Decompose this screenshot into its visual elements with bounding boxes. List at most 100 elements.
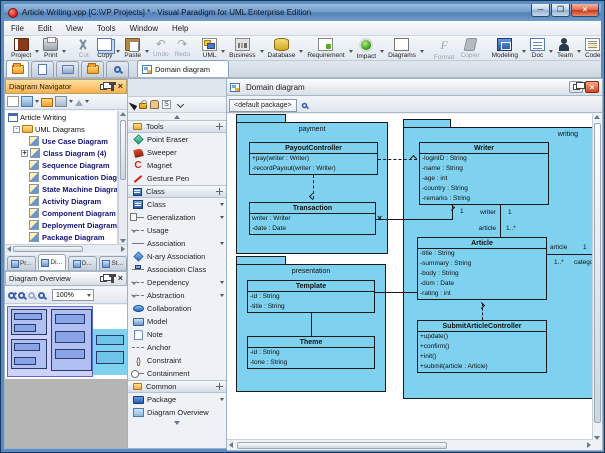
tree-item-class-diagram[interactable]: +Class Diagram (4) <box>5 147 117 159</box>
minimap-viewport[interactable] <box>7 306 93 377</box>
palette-item-point-eraser[interactable]: Point Eraser <box>128 133 226 146</box>
diagram-overview-minimap[interactable] <box>5 305 127 448</box>
class-transaction[interactable]: Transaction writer : Writer -date : Date <box>249 202 376 235</box>
pin-icon[interactable] <box>111 84 114 91</box>
palette-item-association[interactable]: Association <box>128 237 226 250</box>
tab-diagram-overview[interactable]: Di... <box>38 254 67 270</box>
palette-item-sweeper[interactable]: Sweeper <box>128 146 226 159</box>
requirement-button[interactable]: Requirement <box>304 36 347 59</box>
team-button[interactable]: Team <box>554 36 576 59</box>
tab-documentation[interactable]: D... <box>68 256 97 270</box>
zoom-original-icon[interactable] <box>28 292 35 299</box>
requirement-dropdown[interactable] <box>349 50 353 53</box>
association-template-article[interactable] <box>375 292 417 293</box>
scroll-down-arrow[interactable] <box>594 436 600 440</box>
close-button[interactable]: × <box>571 4 599 17</box>
diagram-canvas[interactable]: payment presentation writing PayoutContr… <box>227 114 593 441</box>
float-diagram-button[interactable] <box>569 81 583 93</box>
palette-item-gesture-pen[interactable]: Gesture Pen <box>128 172 226 185</box>
impact-dropdown[interactable] <box>380 50 384 53</box>
association-template-theme[interactable] <box>311 313 312 336</box>
dock-icon[interactable] <box>216 123 223 130</box>
paste-dropdown[interactable] <box>145 50 149 53</box>
uml-button[interactable]: UML <box>199 36 220 59</box>
impact-button[interactable]: Impact <box>354 36 380 60</box>
tab-logical-view[interactable] <box>81 61 104 77</box>
diagram-type-dropdown[interactable] <box>35 100 39 103</box>
select-tool-icon[interactable] <box>129 99 139 110</box>
tab-diagram-navigator[interactable] <box>6 60 29 77</box>
team-dropdown[interactable] <box>577 50 581 53</box>
menu-file[interactable]: File <box>4 24 31 33</box>
scroll-thumb[interactable] <box>13 246 83 252</box>
palette-section-common[interactable]: Common <box>128 380 226 393</box>
paste-button[interactable]: Paste <box>121 36 144 59</box>
copy-button[interactable]: Copy <box>94 36 115 59</box>
scroll-down-arrow[interactable] <box>120 239 126 243</box>
pan-tool-icon[interactable] <box>150 100 159 109</box>
scroll-left-arrow[interactable] <box>7 246 11 252</box>
zoom-fit-icon[interactable] <box>38 292 45 299</box>
tree-item-package-diagram[interactable]: Package Diagram <box>5 231 117 243</box>
tree-item-use-case-diagram[interactable]: Use Case Diagram <box>5 135 117 147</box>
tree-item-activity-diagram[interactable]: Activity Diagram <box>5 195 117 207</box>
diagrams-dropdown[interactable] <box>420 50 424 53</box>
palette-item-class[interactable]: Class <box>128 198 226 211</box>
class-payoutcontroller[interactable]: PayoutController +pay(writer : Writer) -… <box>249 142 378 175</box>
lock-tool-icon[interactable] <box>139 103 147 109</box>
dock-icon[interactable] <box>216 383 223 390</box>
menu-view[interactable]: View <box>59 24 90 33</box>
palette-item-magnet[interactable]: CMagnet <box>128 159 226 172</box>
scroll-up-arrow[interactable] <box>594 115 600 119</box>
minimize-button[interactable]: ─ <box>531 4 550 17</box>
pin-icon[interactable] <box>111 276 114 283</box>
float-icon[interactable] <box>100 84 107 90</box>
collapse-node-icon[interactable]: - <box>13 126 20 133</box>
generalization-dropdown[interactable] <box>220 216 224 219</box>
sort-button[interactable] <box>55 96 67 107</box>
tab-class-repository[interactable] <box>56 61 79 77</box>
tab-stencil[interactable]: St... <box>99 256 128 270</box>
scroll-thumb[interactable] <box>237 442 447 449</box>
menu-help[interactable]: Help <box>165 24 195 33</box>
tree-item-uml-diagrams[interactable]: - UML Diagrams <box>5 123 117 135</box>
association-writer-article[interactable] <box>500 205 501 237</box>
breadcrumb-search-icon[interactable] <box>301 103 307 109</box>
scroll-thumb[interactable] <box>594 123 601 423</box>
scroll-right-arrow[interactable] <box>587 442 591 448</box>
diagram-type-button[interactable] <box>21 96 33 107</box>
canvas-vertical-scrollbar[interactable] <box>592 114 602 441</box>
format-copier-button[interactable]: FFormat <box>431 36 458 61</box>
uml-dropdown[interactable] <box>221 50 225 53</box>
scroll-thumb[interactable] <box>120 120 126 180</box>
expand-node-icon[interactable]: + <box>21 150 28 157</box>
association-dropdown[interactable] <box>220 242 224 245</box>
tree-item-root[interactable]: Article Writing <box>5 111 117 123</box>
menu-edit[interactable]: Edit <box>31 24 59 33</box>
redo-button[interactable]: ↷Redo <box>172 36 194 58</box>
class-theme[interactable]: Theme -id : String -tone : String <box>247 336 375 369</box>
open-specification-button[interactable] <box>41 98 53 107</box>
zoom-level-select[interactable]: 100% <box>52 289 94 301</box>
doc-button[interactable]: Doc <box>527 36 548 59</box>
copy-dropdown[interactable] <box>116 50 120 53</box>
tab-model-explorer[interactable] <box>31 61 54 77</box>
sort-dropdown[interactable] <box>69 100 73 103</box>
doc-dropdown[interactable] <box>549 50 553 53</box>
collapse-button[interactable] <box>75 100 83 106</box>
print-button[interactable]: Print <box>40 36 61 59</box>
palette-scroll-up[interactable] <box>128 113 226 120</box>
palette-item-anchor[interactable]: Anchor <box>128 341 226 354</box>
modeling-button[interactable]: Modeling <box>489 36 521 59</box>
palette-section-tools[interactable]: Tools <box>128 120 226 133</box>
palette-item-model[interactable]: Model <box>128 315 226 328</box>
sticky-tool-button[interactable]: S <box>162 100 171 109</box>
maximize-button[interactable]: ❐ <box>551 4 570 17</box>
database-dropdown[interactable] <box>299 50 303 53</box>
class-submitarticlecontroller[interactable]: SubmitArticleController +update() +confi… <box>417 320 547 373</box>
cut-button[interactable]: Cut <box>73 36 94 59</box>
palette-item-abstraction[interactable]: Abstraction <box>128 289 226 302</box>
tree-item-component-diagram[interactable]: Component Diagram <box>5 207 117 219</box>
code-button[interactable]: Code <box>582 36 604 59</box>
scroll-right-arrow[interactable] <box>121 246 125 252</box>
